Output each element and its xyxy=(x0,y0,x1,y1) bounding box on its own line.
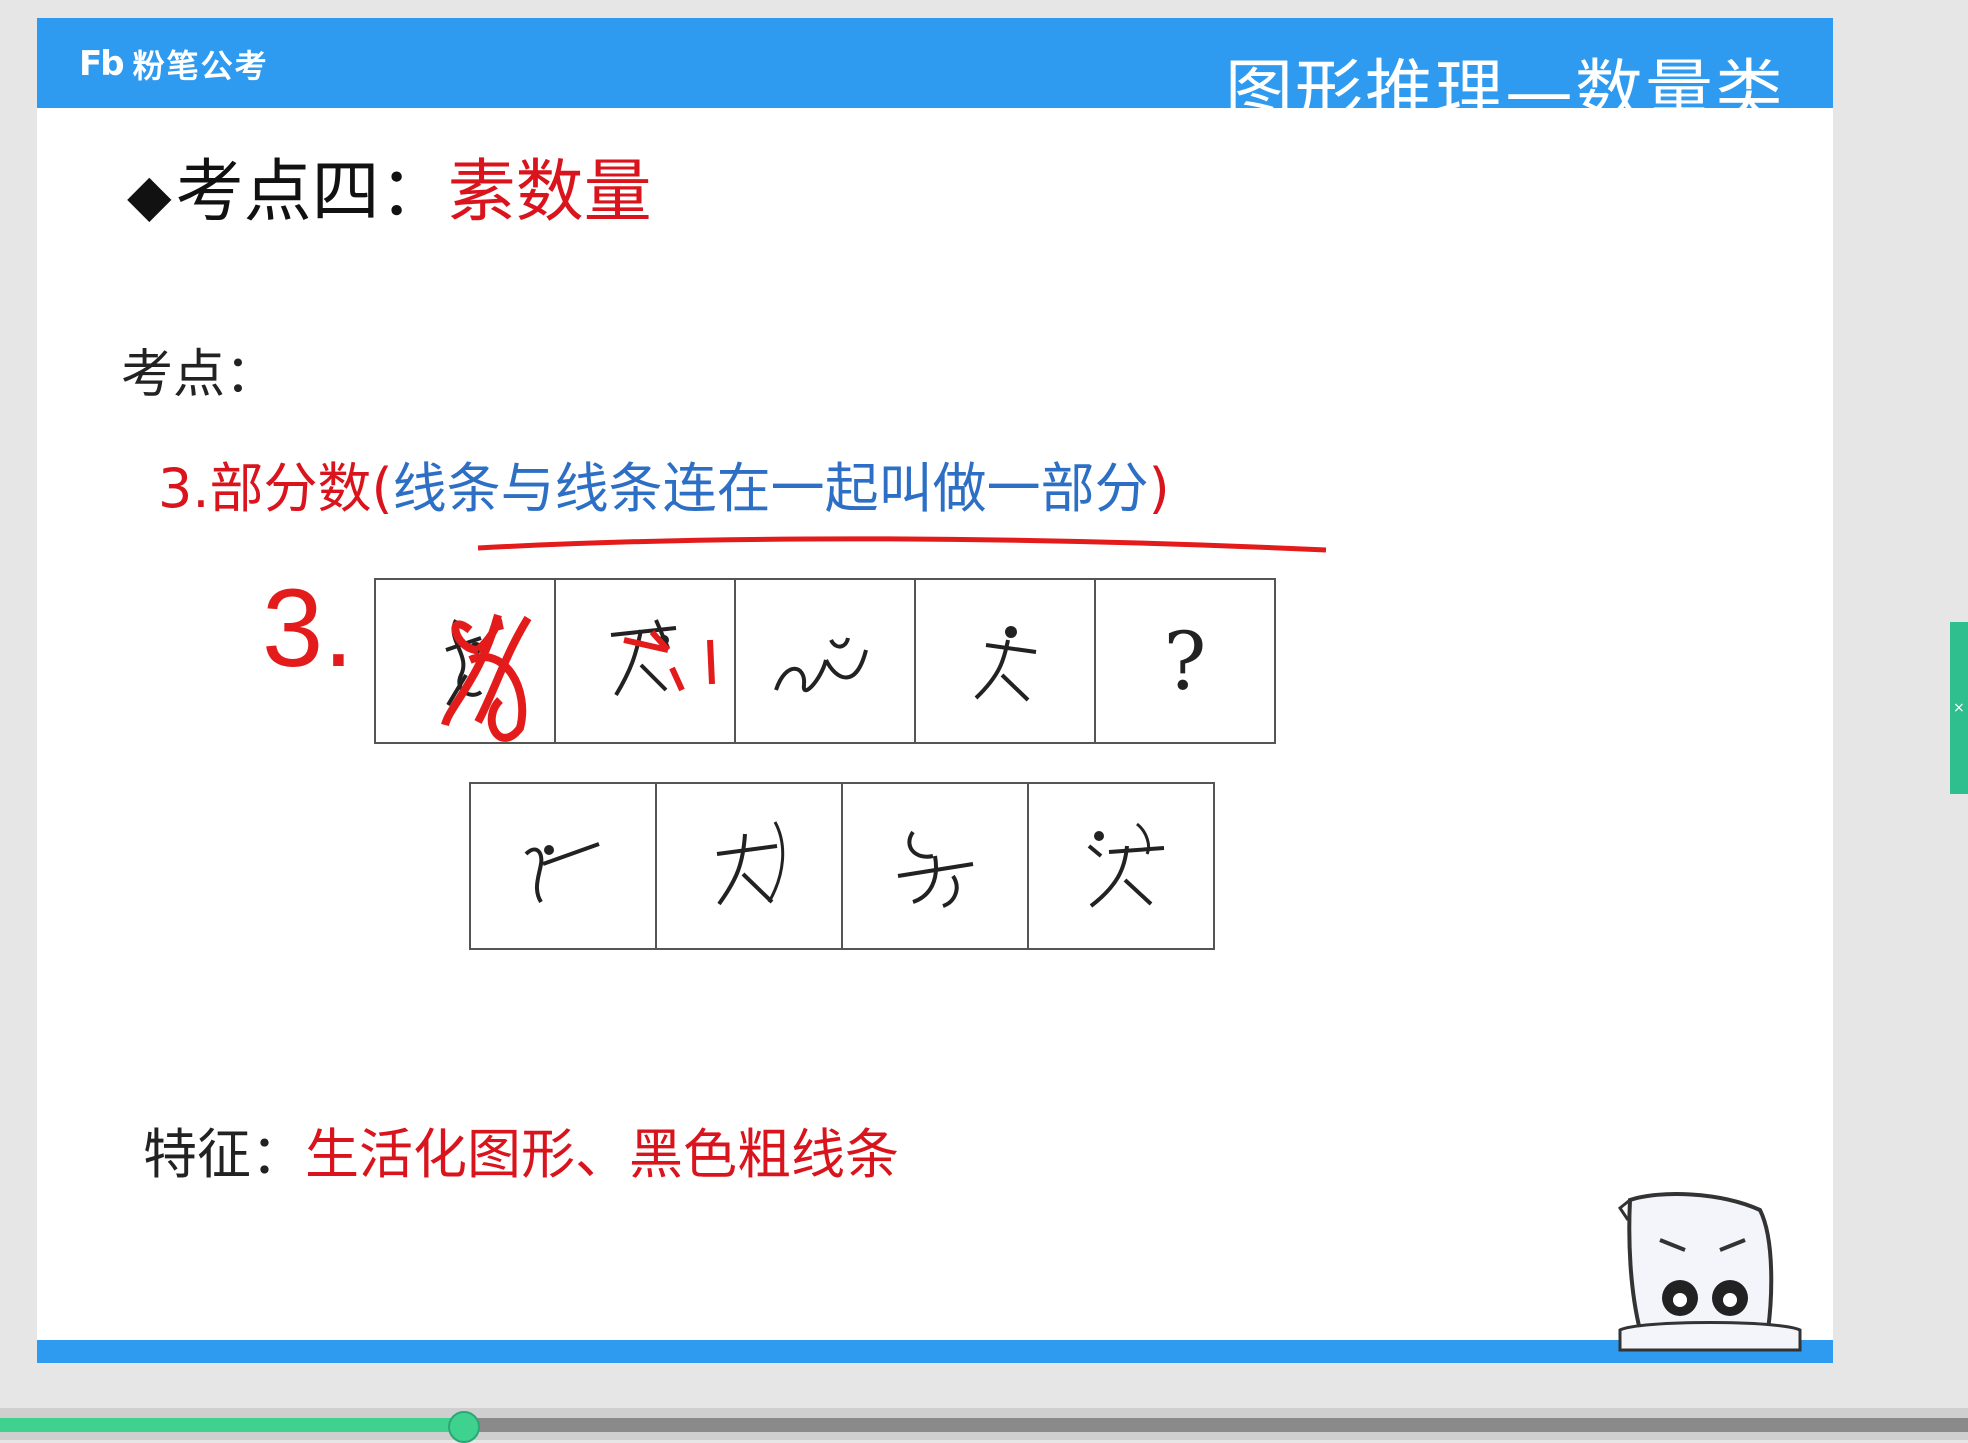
point-label: 3.部分数( xyxy=(158,457,393,520)
logo-text: 粉笔公考 xyxy=(132,47,269,85)
progress-played xyxy=(0,1418,465,1432)
video-frame: Fb 粉笔公考 图形推理—数量类 ◆考点四：素数量 考点： 特征：生活化图形、黑… xyxy=(0,0,1968,1443)
option-d-drawing xyxy=(1087,822,1165,908)
figure-3-drawing xyxy=(774,637,868,693)
question-figure-4 xyxy=(914,580,1094,742)
logo-mark: Fb xyxy=(79,44,125,84)
option-c-drawing xyxy=(897,830,974,908)
heading-prefix: 考点四： xyxy=(175,153,448,232)
video-progress-bar[interactable] xyxy=(0,1408,1968,1443)
mascot-icon xyxy=(1617,1192,1802,1352)
figure-2-drawing xyxy=(610,619,677,697)
question-figure-row: ? xyxy=(374,578,1276,744)
figure-4-drawing xyxy=(974,626,1037,702)
option-figure-a[interactable] xyxy=(471,784,655,948)
feature-line: 特征：生活化图形、黑色粗线条 xyxy=(143,1110,899,1189)
feature-label: 特征： xyxy=(143,1123,305,1186)
answer-options-row xyxy=(469,782,1215,950)
heading-emphasis: 素数量 xyxy=(447,153,652,232)
brand-logo: Fb 粉笔公考 xyxy=(79,44,269,85)
option-b-drawing xyxy=(716,821,785,906)
side-panel-toggle[interactable]: × xyxy=(1950,622,1968,794)
point-line: 3.部分数(线条与线条连在一起叫做一部分) xyxy=(158,444,1170,523)
slide-header: Fb 粉笔公考 图形推理—数量类 xyxy=(37,18,1833,132)
option-figure-b[interactable] xyxy=(655,784,841,948)
option-a-drawing xyxy=(524,842,600,904)
question-figure-3 xyxy=(734,580,914,742)
option-figure-d[interactable] xyxy=(1027,784,1213,948)
slide-title: 图形推理—数量类 xyxy=(1224,53,1785,132)
option-figure-c[interactable] xyxy=(841,784,1027,948)
progress-handle[interactable] xyxy=(448,1411,481,1443)
question-figure-1 xyxy=(376,580,554,742)
unknown-mark: ? xyxy=(1163,614,1207,708)
question-figure-unknown: ? xyxy=(1094,580,1274,742)
close-icon: × xyxy=(1953,700,1965,716)
bullet-diamond: ◆ xyxy=(127,161,172,229)
point-note: 线条与线条连在一起叫做一部分 xyxy=(392,457,1149,520)
question-figure-2 xyxy=(554,580,734,742)
topic-heading: ◆考点四：素数量 xyxy=(127,136,652,235)
feature-value: 生活化图形、黑色粗线条 xyxy=(305,1123,899,1186)
figure-1-drawing xyxy=(445,619,483,707)
section-label: 考点： xyxy=(121,345,278,405)
point-close: ) xyxy=(1148,457,1170,520)
slide-footer-bar xyxy=(37,1340,1833,1363)
